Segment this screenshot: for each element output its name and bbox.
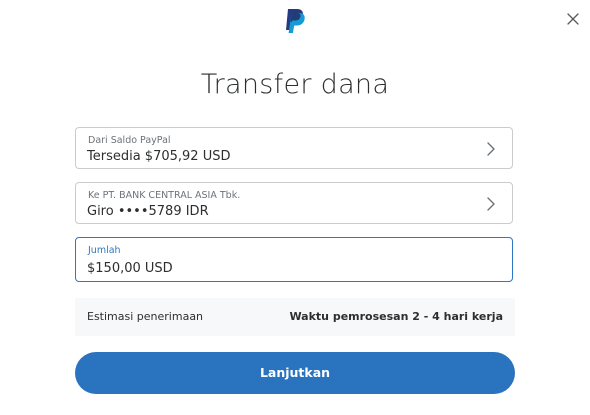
close-icon[interactable] xyxy=(565,11,581,27)
estimate-panel: Estimasi penerimaan Waktu pemrosesan 2 -… xyxy=(75,298,515,336)
amount-value[interactable]: $150,00 USD xyxy=(87,261,173,276)
chevron-right-icon xyxy=(486,196,496,212)
estimate-label: Estimasi penerimaan xyxy=(87,310,204,323)
source-label: Dari Saldo PayPal xyxy=(88,135,171,146)
source-value: Tersedia $705,92 USD xyxy=(87,149,231,164)
destination-label: Ke PT. BANK CENTRAL ASIA Tbk. xyxy=(88,190,241,201)
continue-button[interactable]: Lanjutkan xyxy=(75,352,515,394)
destination-value: Giro ••••5789 IDR xyxy=(87,204,209,219)
chevron-right-icon xyxy=(486,141,496,157)
processing-time: Waktu pemrosesan 2 - 4 hari kerja xyxy=(289,310,503,323)
paypal-logo-icon xyxy=(284,8,306,34)
amount-label: Jumlah xyxy=(88,245,121,256)
amount-field[interactable]: Jumlah $150,00 USD xyxy=(75,237,513,282)
page-title: Transfer dana xyxy=(200,69,390,100)
source-account-selector[interactable]: Dari Saldo PayPal Tersedia $705,92 USD xyxy=(75,127,513,169)
destination-account-selector[interactable]: Ke PT. BANK CENTRAL ASIA Tbk. Giro ••••5… xyxy=(75,182,513,224)
